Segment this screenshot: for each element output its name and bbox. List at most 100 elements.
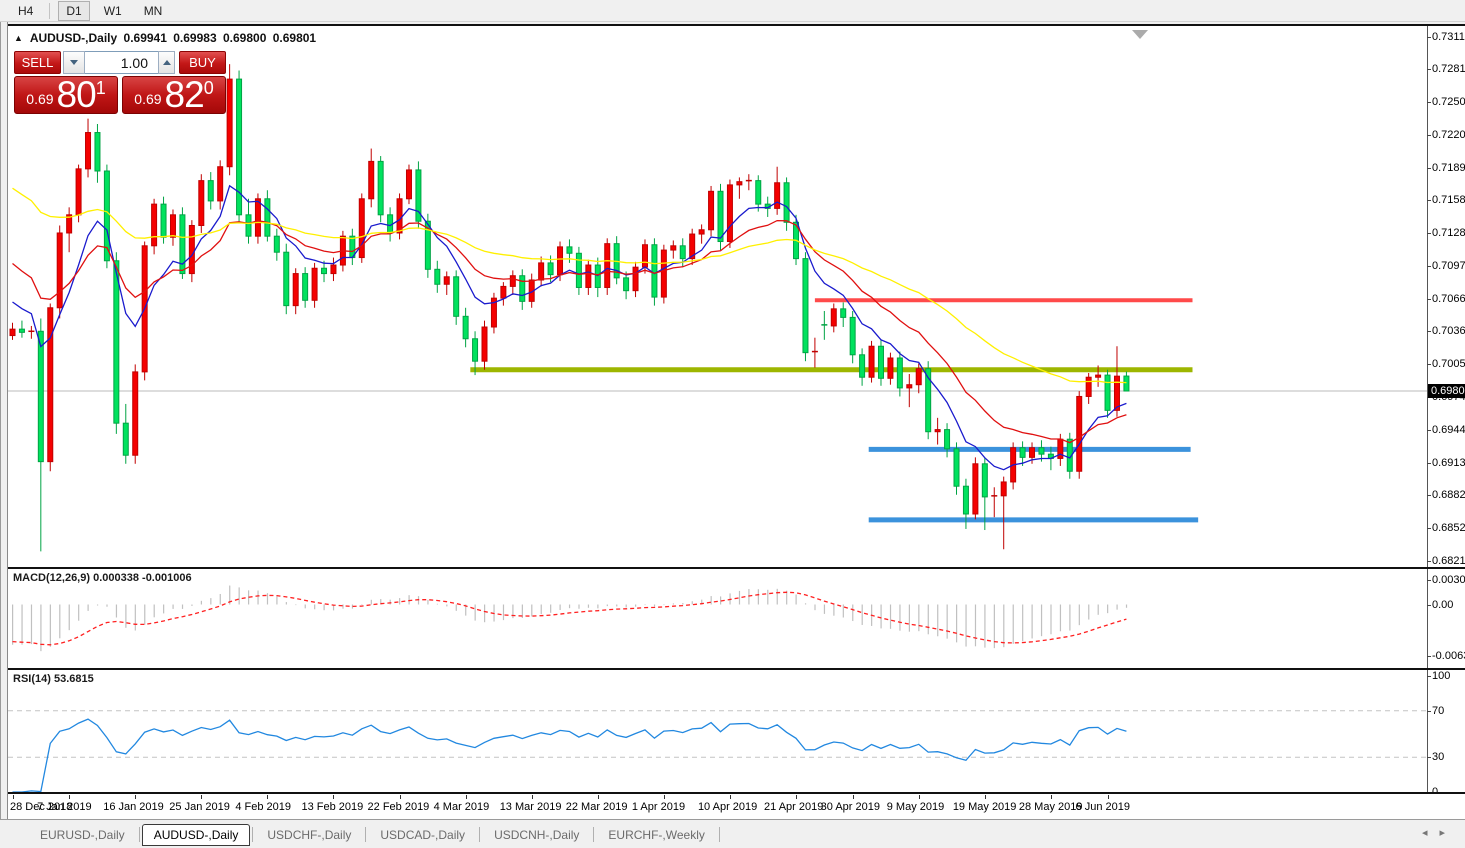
chevron-up-icon	[162, 60, 171, 65]
rsi-chart-canvas[interactable]	[8, 670, 1427, 792]
time-axis-tick	[135, 795, 137, 799]
price-axis-label: 0.71280	[1427, 227, 1465, 239]
price-axis-label: 0.72200	[1427, 129, 1465, 141]
buy-button[interactable]: BUY	[179, 51, 226, 74]
sell-price-prefix: 0.69	[26, 91, 54, 107]
time-axis-tick	[465, 795, 467, 799]
bar-high: 0.69983	[173, 31, 217, 45]
macd-chart-canvas[interactable]	[8, 569, 1427, 668]
bar-open: 0.69941	[123, 31, 167, 45]
collapse-triangle-icon[interactable]: ▲	[14, 33, 23, 43]
price-axis-label: 0.73115	[1427, 31, 1465, 43]
trading-terminal-window: H4D1W1MN 0.731150.728100.725050.722000.7…	[0, 0, 1465, 848]
time-axis-tick	[69, 795, 71, 799]
time-axis-tick	[333, 795, 335, 799]
price-axis-label: 0.72810	[1427, 63, 1465, 75]
time-axis-tick	[201, 795, 203, 799]
macd-name: MACD(12,26,9)	[13, 572, 91, 584]
time-axis-label: 6 Jun 2019	[1075, 801, 1130, 813]
price-axis-label: 0.70970	[1427, 260, 1465, 272]
time-axis-tick	[918, 795, 920, 799]
chart-shift-marker[interactable]	[1132, 30, 1148, 39]
bar-low: 0.69800	[222, 31, 267, 45]
price-axis-label: 0.71585	[1427, 194, 1465, 206]
time-axis-label: 4 Feb 2019	[235, 801, 292, 813]
tab-scroll-right-icon[interactable]: ▸	[1439, 827, 1457, 839]
buy-price-main: 82	[164, 74, 205, 116]
sell-button[interactable]: SELL	[14, 51, 61, 74]
price-axis-label: 0.68210	[1427, 555, 1465, 567]
price-axis-border	[1427, 26, 1428, 567]
macd-axis-border	[1427, 569, 1428, 668]
rsi-label: RSI(14) 53.6815	[13, 673, 94, 685]
buy-price-box[interactable]: 0.69 82 0	[122, 76, 226, 114]
buy-price-prefix: 0.69	[134, 91, 162, 107]
macd-axis-label: -0.006311	[1427, 650, 1465, 662]
chevron-down-icon	[70, 60, 78, 65]
time-axis-label: 10 Apr 2019	[697, 801, 758, 813]
rsi-indicator-panel: RSI(14) 53.6815 10070300	[8, 668, 1465, 798]
rsi-value: 53.6815	[53, 673, 94, 685]
price-axis-label: 0.68520	[1427, 522, 1465, 534]
time-axis-tick	[1050, 795, 1052, 799]
sell-price-pip: 1	[95, 78, 106, 98]
chart-title: ▲ AUDUSD-,Daily 0.69941 0.69983 0.69800 …	[14, 31, 319, 45]
tab-separator	[479, 826, 481, 842]
tab-usdchf-daily[interactable]: USDCHF-,Daily	[255, 824, 363, 846]
timeframe-button-mn[interactable]: MN	[136, 1, 171, 21]
time-axis-label: 4 Mar 2019	[433, 801, 490, 813]
tab-separator	[593, 826, 595, 842]
chart-symbol: AUDUSD-,Daily	[29, 31, 118, 45]
time-axis-label: 21 Apr 2019	[764, 801, 824, 813]
time-axis-tick	[852, 795, 854, 799]
rsi-axis-label: 70	[1426, 704, 1445, 717]
price-axis-label: 0.72505	[1427, 96, 1465, 108]
timeframe-button-d1[interactable]: D1	[58, 0, 90, 21]
tab-usdcnh-daily[interactable]: USDCNH-,Daily	[482, 824, 591, 846]
macd-values: 0.000338 -0.001006	[93, 572, 192, 584]
tab-audusd-daily[interactable]: AUDUSD-,Daily	[141, 823, 251, 846]
tab-usdcad-daily[interactable]: USDCAD-,Daily	[368, 824, 477, 846]
tab-separator	[365, 826, 367, 842]
time-axis-label: 13 Mar 2019	[499, 801, 562, 813]
toolbar-separator	[49, 2, 51, 19]
tab-scroll-left-icon[interactable]: ◂	[1422, 827, 1440, 839]
chart-tab-bar: EURUSD-,Daily AUDUSD-,Daily USDCHF-,Daily U…	[0, 819, 1465, 848]
sell-price-box[interactable]: 0.69 80 1	[14, 76, 118, 114]
tab-separator	[252, 826, 254, 842]
time-axis-label: 25 Jan 2019	[169, 801, 230, 813]
volume-input[interactable]	[85, 51, 158, 74]
price-axis-label: 0.71890	[1427, 162, 1465, 174]
time-axis-label: 28 May 2019	[1018, 801, 1083, 813]
time-axis-tick	[267, 795, 269, 799]
macd-label: MACD(12,26,9) 0.000338 -0.001006	[13, 572, 192, 584]
timeframe-toolbar: H4 D1 W1 MN	[0, 0, 1465, 22]
timeframe-button-h4[interactable]: H4	[10, 1, 41, 21]
time-axis-tick	[984, 795, 986, 799]
tab-eurchf-weekly[interactable]: EURCHF-,Weekly	[596, 824, 716, 846]
macd-indicator-panel: MACD(12,26,9) 0.000338 -0.001006 0.00303…	[8, 567, 1465, 668]
volume-decrease-button[interactable]	[63, 51, 85, 74]
time-axis-tick	[399, 795, 401, 799]
time-axis-label: 13 Feb 2019	[301, 801, 364, 813]
time-axis-tick	[597, 795, 599, 799]
volume-increase-button[interactable]	[158, 51, 175, 74]
bar-close: 0.69801	[272, 31, 317, 45]
time-axis-tick	[796, 795, 798, 799]
price-axis-label: 0.70360	[1427, 325, 1465, 337]
rsi-axis-label: 100	[1426, 670, 1451, 682]
time-axis-label: 16 Jan 2019	[103, 801, 164, 813]
time-axis-tick	[12, 795, 14, 799]
timeframe-button-w1[interactable]: W1	[96, 1, 130, 21]
price-axis-label: 0.70665	[1427, 293, 1465, 305]
left-splitter[interactable]	[0, 22, 8, 848]
tab-separator	[718, 826, 720, 842]
tab-eurusd-daily[interactable]: EURUSD-,Daily	[28, 824, 137, 846]
time-axis[interactable]: 28 Dec 2018 7 Jan 2019 16 Jan 2019 25 Jan 2…	[8, 792, 1465, 819]
time-axis-label: 1 Apr 2019	[631, 801, 686, 813]
time-axis-label: 7 Jan 2019	[37, 801, 92, 813]
price-axis-label: 0.70050	[1427, 358, 1465, 370]
time-axis-tick	[729, 795, 731, 799]
macd-axis-label: 0.003035	[1427, 574, 1465, 586]
main-chart-panel: 0.73115 0.72810 0.72505 0.72200 0.71890 0.715…	[8, 24, 1465, 567]
